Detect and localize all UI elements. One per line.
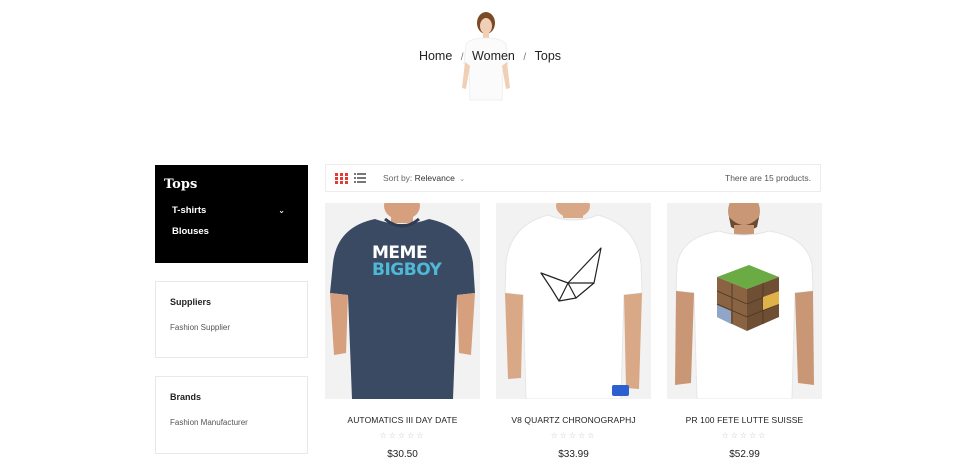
product-count: There are 15 products. — [725, 173, 811, 183]
breadcrumb-home[interactable]: Home — [419, 49, 452, 63]
brands-facet: Brands Fashion Manufacturer — [155, 376, 308, 454]
category-item-tshirts[interactable]: T-shirts ⌄ — [164, 204, 299, 225]
breadcrumb-tops: Tops — [534, 49, 562, 63]
product-image[interactable]: MEME BIGBOY — [325, 203, 480, 399]
product-image[interactable] — [667, 203, 822, 399]
product-price: $33.99 — [558, 449, 589, 460]
category-tree: Tops T-shirts ⌄ Blouses — [155, 165, 308, 263]
product-name[interactable]: AUTOMATICS III DAY DATE — [325, 415, 480, 425]
product-card[interactable]: PR 100 FETE LUTTE SUISSE ☆☆☆☆☆ $52.99 — [667, 203, 822, 460]
grid-view-icon[interactable] — [335, 173, 348, 184]
chevron-down-icon: ⌄ — [459, 176, 466, 183]
product-toolbar: Sort by: Relevance ⌄ There are 15 produc… — [325, 164, 821, 192]
brands-title: Brands — [170, 392, 202, 402]
category-item-label: T-shirts — [172, 205, 207, 216]
rating-stars: ☆☆☆☆☆ — [379, 431, 426, 440]
suppliers-facet: Suppliers Fashion Supplier — [155, 281, 308, 358]
brand-link[interactable]: Fashion Manufacturer — [170, 418, 293, 427]
shirt-print: MEME BIGBOY — [372, 245, 442, 280]
breadcrumb-separator: / — [523, 52, 527, 63]
sort-dropdown[interactable]: Sort by: Relevance ⌄ — [383, 173, 465, 183]
chevron-down-icon[interactable]: ⌄ — [278, 204, 285, 218]
product-card[interactable]: MEME BIGBOY AUTOMATICS III DAY DATE ☆☆☆☆… — [325, 203, 480, 460]
product-image[interactable] — [496, 203, 651, 399]
category-item-blouses[interactable]: Blouses — [164, 225, 299, 246]
product-price: $52.99 — [729, 449, 760, 460]
suppliers-title: Suppliers — [170, 297, 212, 307]
breadcrumb: Home / Women / Tops — [0, 49, 980, 63]
product-card[interactable]: V8 QUARTZ CHRONOGRAPHJ ☆☆☆☆☆ $33.99 — [496, 203, 651, 460]
category-item-label: Blouses — [172, 226, 209, 237]
supplier-link[interactable]: Fashion Supplier — [170, 323, 293, 332]
print-line-2: BIGBOY — [372, 260, 442, 280]
rating-stars: ☆☆☆☆☆ — [721, 431, 768, 440]
sort-value: Relevance — [414, 173, 455, 183]
breadcrumb-women[interactable]: Women — [472, 49, 515, 63]
list-view-icon[interactable] — [354, 173, 366, 184]
rating-stars: ☆☆☆☆☆ — [550, 431, 597, 440]
product-price: $30.50 — [387, 449, 418, 460]
category-banner: Home / Women / Tops — [0, 0, 980, 110]
breadcrumb-separator: / — [460, 52, 464, 63]
category-title: Tops — [164, 177, 198, 192]
product-name[interactable]: V8 QUARTZ CHRONOGRAPHJ — [496, 415, 651, 425]
sort-label: Sort by: — [383, 173, 413, 183]
product-name[interactable]: PR 100 FETE LUTTE SUISSE — [667, 415, 822, 425]
